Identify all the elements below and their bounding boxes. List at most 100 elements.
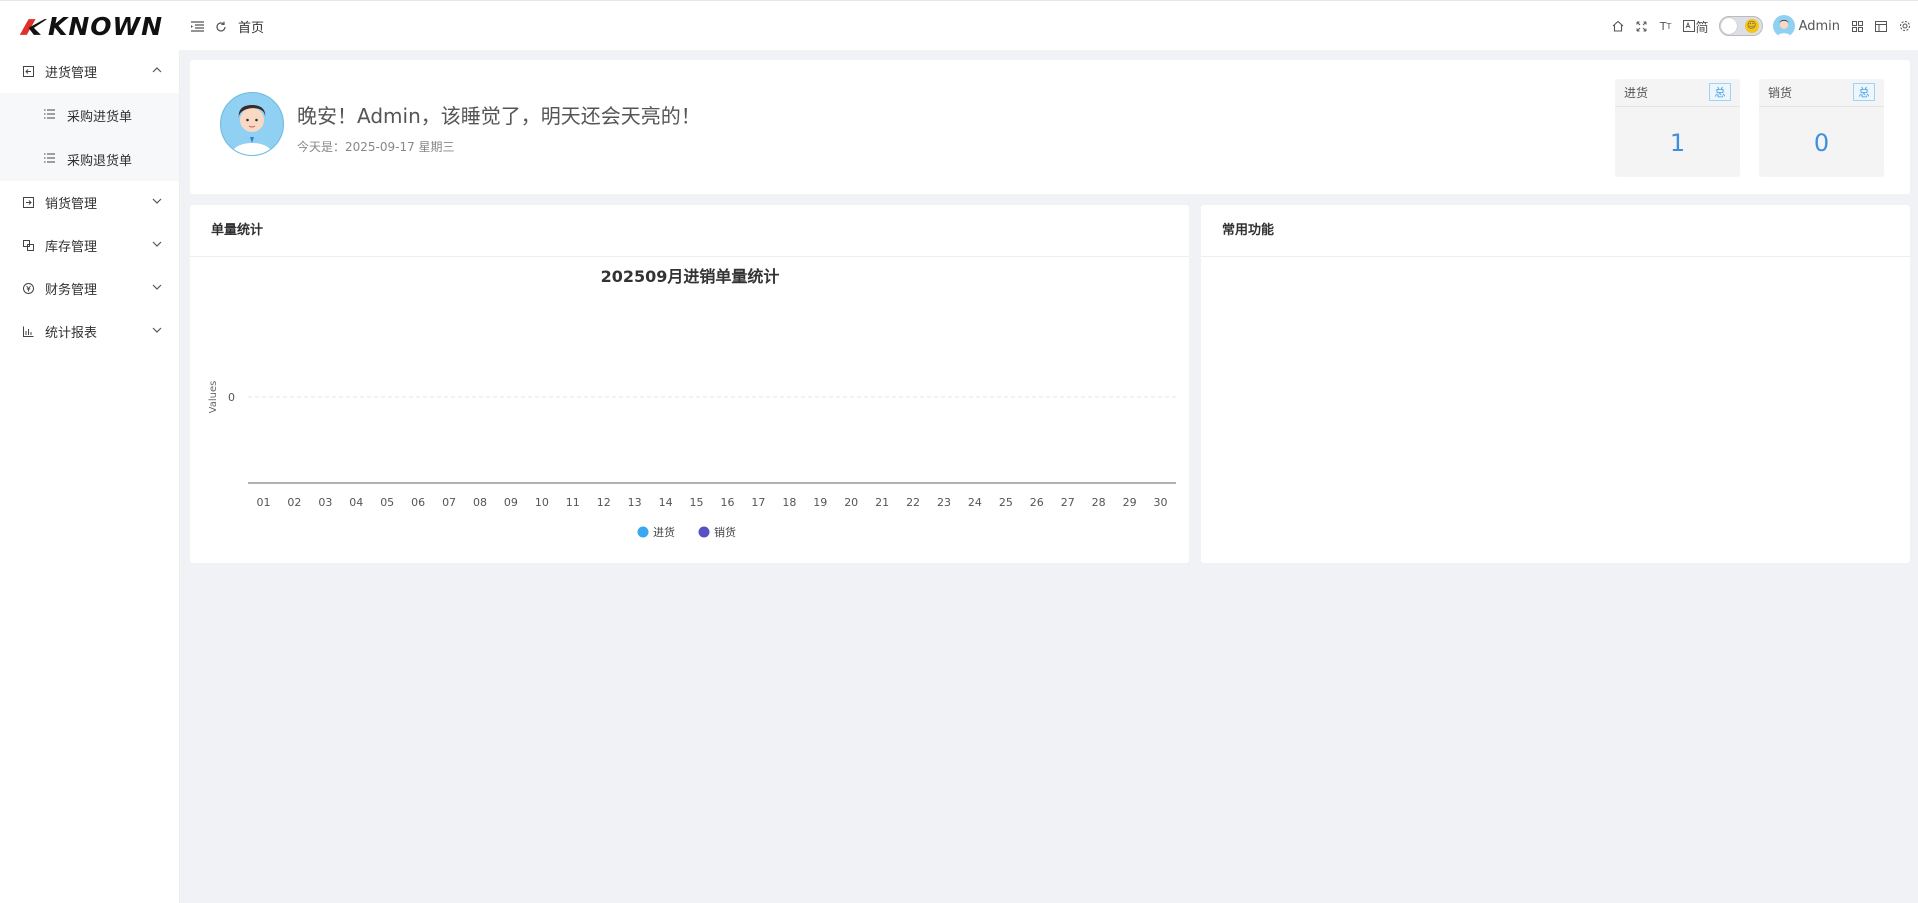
x-tick-label: 03 (318, 496, 332, 509)
y-tick-label: 0 (228, 391, 235, 404)
sidebar-item-sales[interactable]: 销货管理 (0, 181, 179, 224)
username: Admin (1798, 18, 1840, 34)
divider (1759, 106, 1884, 107)
home-icon[interactable] (1611, 19, 1625, 33)
list-icon (44, 109, 56, 121)
toggle-knob (1720, 18, 1737, 34)
x-tick-label: 20 (844, 496, 858, 509)
stat-title: 进货 (1624, 86, 1649, 100)
chevron-down-icon (152, 284, 162, 290)
x-tick-label: 05 (380, 496, 394, 509)
welcome-card: 晚安！Admin，该睡觉了，明天还会天亮的！ 今天是：2025-09-17 星期… (190, 60, 1910, 194)
x-tick-label: 14 (659, 496, 673, 509)
sidebar-item-inventory[interactable]: 库存管理 (0, 224, 179, 267)
x-tick-label: 30 (1154, 496, 1168, 509)
fullscreen-icon[interactable] (1635, 19, 1649, 33)
x-tick-label: 06 (411, 496, 425, 509)
language-label: 简 (1695, 20, 1709, 36)
finance-icon (22, 283, 34, 295)
x-tick-label: 22 (906, 496, 920, 509)
stat-tag: 总 (1709, 83, 1731, 101)
breadcrumb-home[interactable]: 首页 (238, 17, 264, 36)
legend-label: 进货 (653, 525, 675, 539)
x-tick-label: 25 (999, 496, 1013, 509)
sidebar: 进货管理 采购进货单 采购退货单 销货管理 库存管理 财务管理 统计报表 (0, 50, 180, 903)
x-tick-label: 11 (566, 496, 580, 509)
x-tick-label: 16 (720, 496, 734, 509)
stat-purchase[interactable]: 进货 总 1 (1615, 79, 1740, 177)
x-tick-label: 08 (473, 496, 487, 509)
stat-sales[interactable]: 销货 总 0 (1759, 79, 1884, 177)
sidebar-item-finance[interactable]: 财务管理 (0, 267, 179, 310)
order-stats-card: 单量统计 202509月进销单量统计 Values 0 01 02 03 04 05 06 07 0… (190, 205, 1189, 563)
avatar (220, 92, 284, 156)
chevron-down-icon (152, 241, 162, 247)
stat-tag: 总 (1853, 83, 1875, 101)
avatar (1772, 15, 1795, 37)
export-icon (22, 197, 34, 209)
x-tick-label: 09 (504, 496, 518, 509)
stat-title: 销货 (1768, 86, 1793, 100)
x-tick-label: 04 (349, 496, 363, 509)
top-header: KNOWN 首页 TT 简 ☺ Admin (0, 0, 1918, 50)
x-tick-label: 23 (937, 496, 951, 509)
sidebar-item-label: 采购进货单 (67, 109, 133, 125)
x-tick-label: 13 (628, 496, 642, 509)
x-tick-label: 28 (1092, 496, 1106, 509)
settings-icon[interactable] (1898, 19, 1912, 33)
x-tick-label: 15 (690, 496, 704, 509)
sidebar-item-label: 财务管理 (45, 283, 98, 298)
order-stats-chart: 202509月进销单量统计 Values 0 01 02 03 04 05 06 07 08 09 10… (208, 267, 1176, 539)
x-tick-label: 01 (256, 496, 270, 509)
sidebar-item-label: 统计报表 (45, 326, 98, 341)
sidebar-item-reports[interactable]: 统计报表 (0, 310, 179, 353)
user-dropdown[interactable]: Admin (1772, 15, 1840, 37)
legend-label: 销货 (714, 525, 736, 539)
list-icon (44, 153, 56, 165)
greeting-text: 晚安！Admin，该睡觉了，明天还会天亮的！ (297, 104, 701, 128)
theme-toggle[interactable]: ☺ (1718, 16, 1763, 36)
chevron-down-icon (152, 327, 162, 333)
stat-value: 1 (1669, 129, 1686, 157)
legend-marker (698, 526, 710, 538)
date-text: 今天是：2025-09-17 星期三 (297, 140, 455, 154)
sun-icon: ☺ (1744, 19, 1759, 33)
bar-chart-icon (22, 326, 34, 338)
x-tick-label: 07 (442, 496, 456, 509)
y-axis-label: Values (208, 381, 219, 414)
legend-marker (637, 526, 649, 538)
layout-grid-icon[interactable] (1850, 19, 1864, 33)
font-size-icon[interactable]: TT (1659, 19, 1673, 33)
sidebar-item-purchase-order[interactable]: 采购进货单 (0, 93, 179, 137)
layout-icon[interactable] (1874, 19, 1888, 33)
language-switch[interactable]: 简 (1682, 17, 1709, 36)
sidebar-item-purchase-return[interactable]: 采购退货单 (0, 137, 179, 181)
common-functions-card: 常用功能 (1201, 205, 1910, 563)
x-tick-label: 27 (1061, 496, 1075, 509)
inventory-icon (22, 240, 34, 252)
divider (1615, 106, 1740, 107)
card-title: 单量统计 (190, 205, 1189, 257)
menu-fold-icon[interactable] (190, 20, 204, 34)
sidebar-item-label: 库存管理 (45, 240, 98, 255)
chevron-down-icon (152, 198, 162, 204)
logo[interactable]: KNOWN (18, 13, 163, 41)
chart-title: 202509月进销单量统计 (601, 267, 780, 286)
x-tick-label: 18 (782, 496, 796, 509)
refresh-icon[interactable] (214, 20, 228, 34)
x-tick-label: 10 (535, 496, 549, 509)
x-tick-label: 19 (813, 496, 827, 509)
translate-icon (1682, 20, 1695, 32)
chevron-up-icon (152, 67, 162, 73)
sidebar-item-label: 采购退货单 (67, 153, 133, 169)
import-icon (22, 66, 34, 78)
x-tick-label: 21 (875, 496, 889, 509)
sidebar-item-label: 销货管理 (45, 197, 98, 212)
x-tick-label: 26 (1030, 496, 1044, 509)
x-tick-label: 17 (751, 496, 765, 509)
sidebar-item-label: 进货管理 (45, 66, 98, 81)
sidebar-item-purchase[interactable]: 进货管理 (0, 50, 179, 93)
logo-mark-icon (19, 19, 48, 35)
x-tick-label: 12 (597, 496, 611, 509)
logo-text: KNOWN (47, 12, 163, 41)
